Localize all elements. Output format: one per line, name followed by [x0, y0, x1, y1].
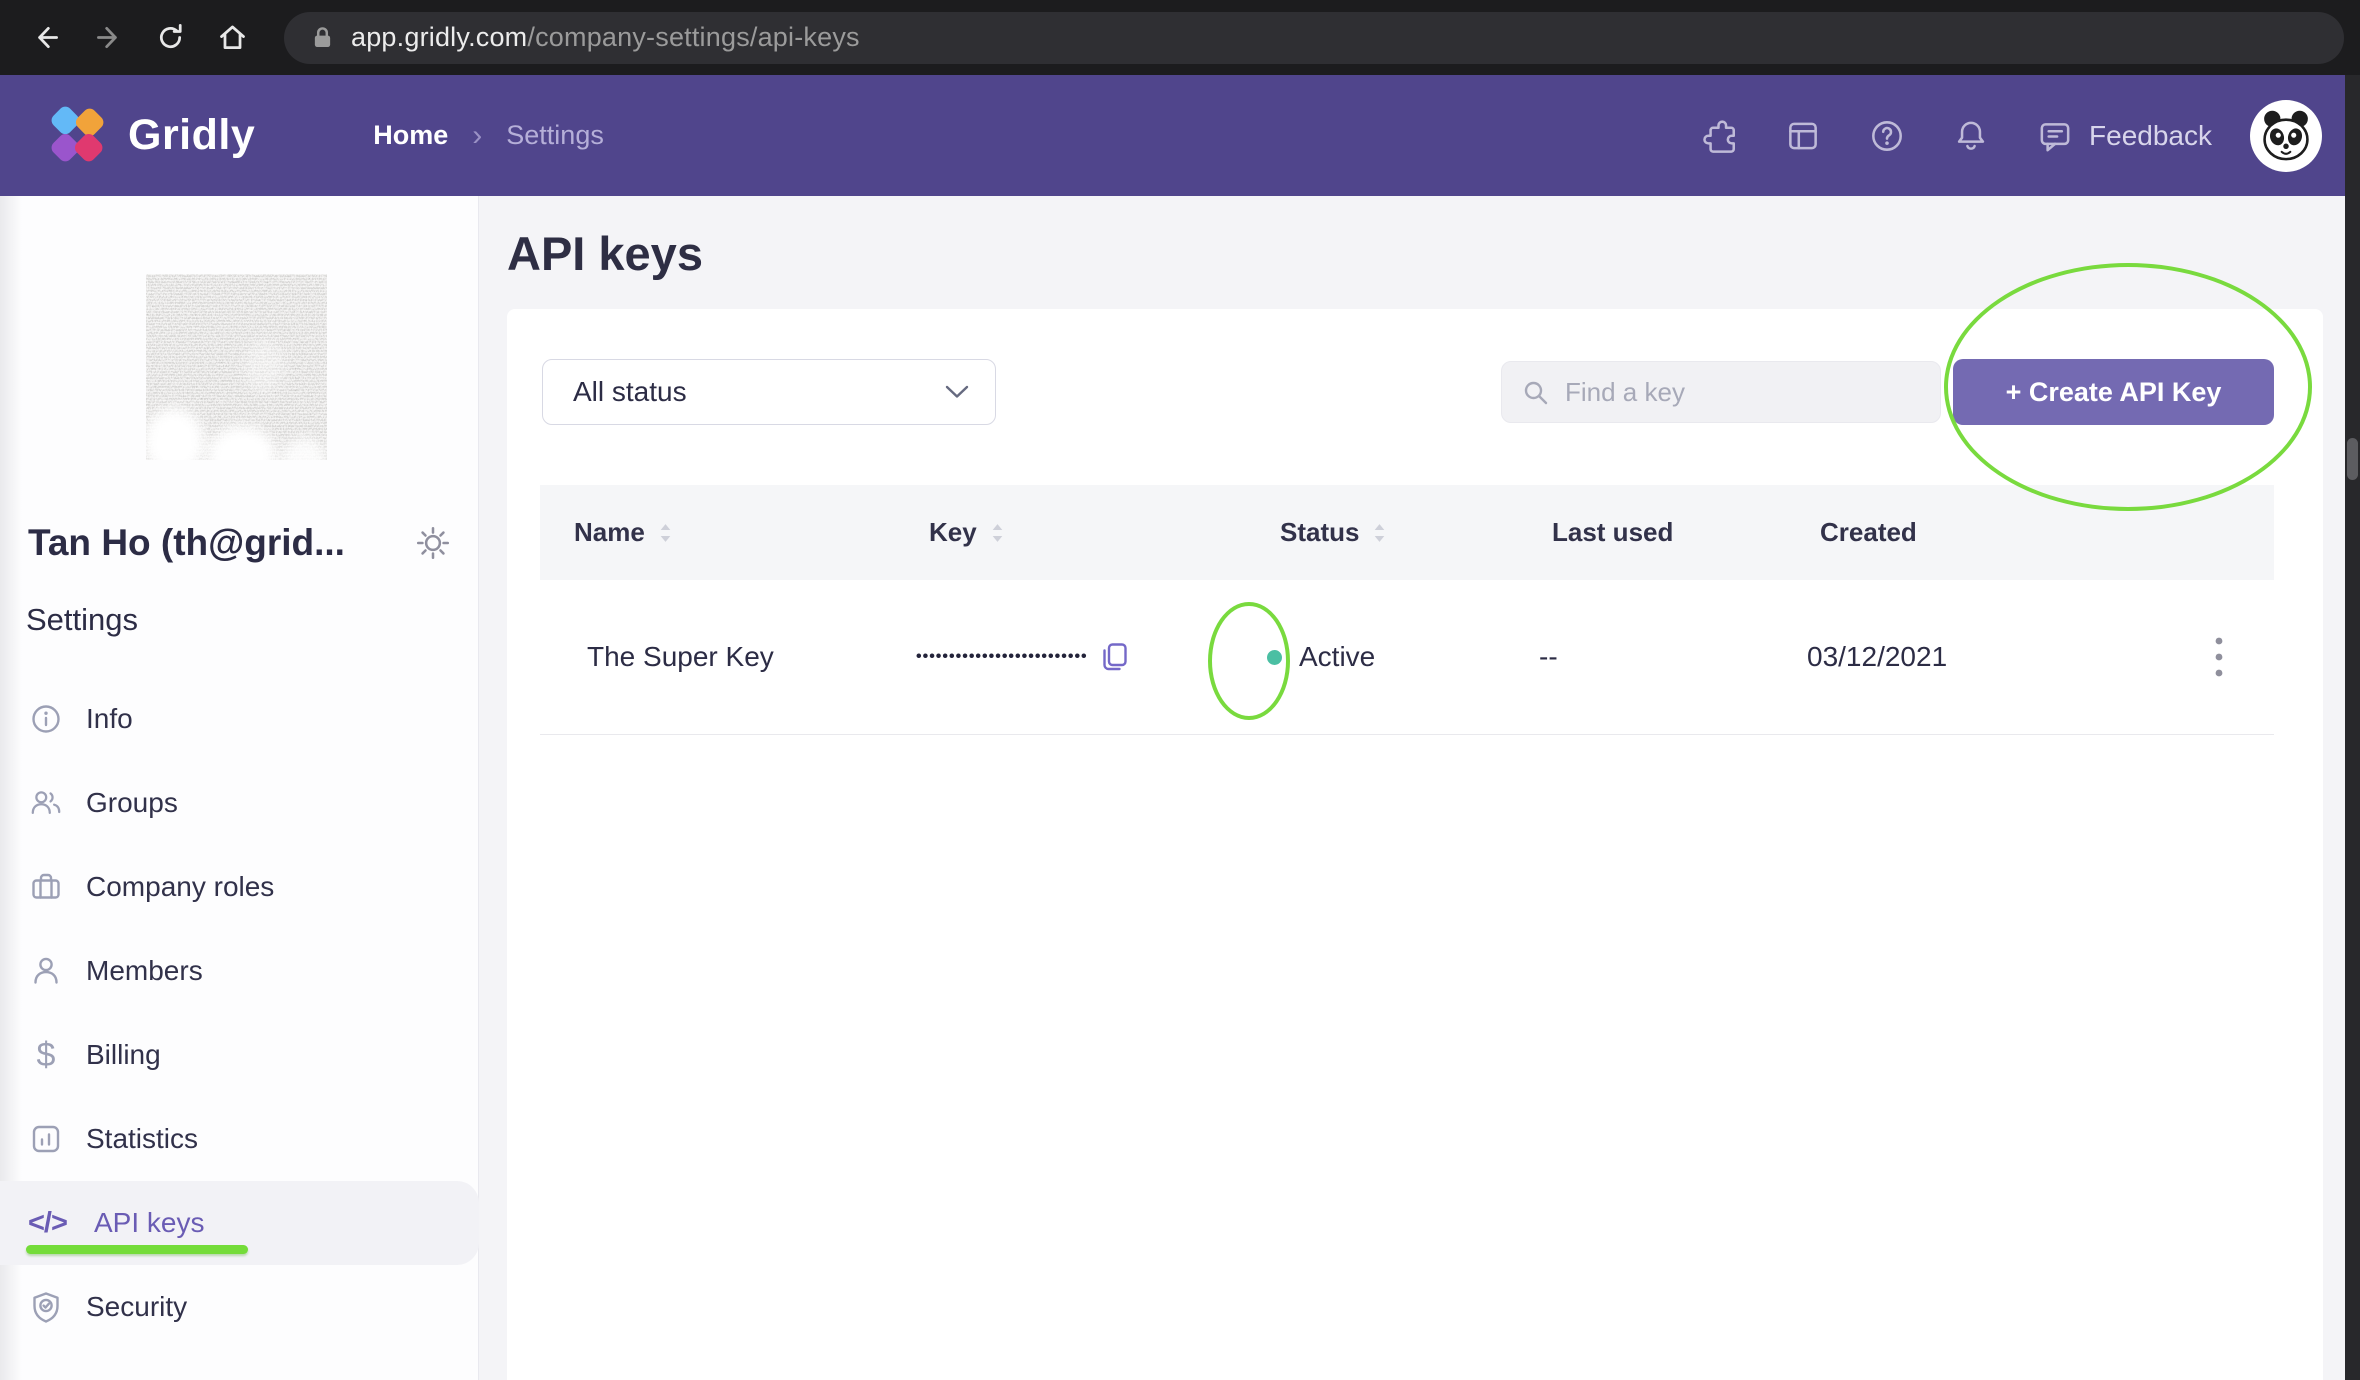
sidebar-item-label: Members [86, 955, 203, 987]
chevron-down-icon [945, 385, 969, 399]
key-name-cell: The Super Key [574, 641, 916, 673]
gridly-logo[interactable]: Gridly [38, 97, 255, 175]
status-cell: Active [1267, 641, 1539, 673]
reload-icon[interactable] [148, 16, 192, 60]
sidebar-item-api-keys[interactable]: </> API keys [0, 1181, 479, 1265]
sort-icon[interactable] [659, 522, 672, 544]
logo-text: Gridly [128, 111, 255, 160]
page-scrollbar[interactable] [2345, 75, 2360, 1380]
puzzle-icon[interactable] [1699, 116, 1739, 156]
feedback-label[interactable]: Feedback [2089, 120, 2212, 152]
table-header: Name Key Status Last used Created [540, 485, 2274, 580]
column-label: Status [1280, 517, 1359, 548]
sidebar-item-label: API keys [94, 1207, 204, 1239]
forward-icon[interactable] [86, 16, 130, 60]
column-header-status[interactable]: Status [1280, 517, 1552, 548]
url-bar[interactable]: app.gridly.com/company-settings/api-keys [284, 12, 2344, 64]
sidebar-item-statistics[interactable]: Statistics [0, 1097, 479, 1181]
shield-icon [28, 1289, 64, 1325]
column-header-created: Created [1820, 517, 1917, 548]
sidebar-item-info[interactable]: Info [0, 677, 479, 761]
statistics-icon [28, 1121, 64, 1157]
home-icon[interactable] [210, 16, 254, 60]
info-icon [28, 701, 64, 737]
briefcase-icon [28, 869, 64, 905]
status-active-dot [1267, 650, 1282, 665]
url-domain: app.gridly.com [351, 22, 527, 52]
gridly-logo-icon [38, 97, 116, 175]
app-root: app.gridly.com/company-settings/api-keys… [0, 0, 2360, 1380]
main-content: API keys All status + Create API Key Nam… [480, 196, 2360, 1380]
sidebar-item-billing[interactable]: $ Billing [0, 1013, 479, 1097]
column-label: Name [574, 517, 645, 548]
sidebar-item-label: Info [86, 703, 133, 735]
sidebar-item-members[interactable]: Members [0, 929, 479, 1013]
key-value-cell: •••••••••••••••••••••••••• [916, 640, 1267, 674]
create-api-key-button[interactable]: + Create API Key [1953, 359, 2274, 425]
annotation-underline [26, 1245, 248, 1254]
sidebar-item-company-roles[interactable]: Company roles [0, 845, 479, 929]
bell-icon[interactable] [1951, 116, 1991, 156]
sidebar-item-security[interactable]: Security [0, 1265, 479, 1349]
status-filter-value: All status [573, 376, 945, 408]
column-label: Key [929, 517, 977, 548]
header-actions: Feedback [1655, 100, 2322, 172]
gear-icon[interactable] [414, 524, 452, 562]
column-header-last-used: Last used [1552, 517, 1820, 548]
back-icon[interactable] [24, 16, 68, 60]
sidebar-item-label: Security [86, 1291, 187, 1323]
url-text: app.gridly.com/company-settings/api-keys [351, 22, 860, 53]
page-title: API keys [507, 226, 703, 281]
dollar-icon: $ [28, 1037, 64, 1073]
status-badge: Active [1299, 641, 1375, 673]
breadcrumb: Home › Settings [373, 119, 604, 153]
sidebar-item-label: Statistics [86, 1123, 198, 1155]
sidebar-item-label: Groups [86, 787, 178, 819]
breadcrumb-settings[interactable]: Settings [506, 120, 604, 151]
layout-icon[interactable] [1783, 116, 1823, 156]
code-icon: </> [28, 1207, 72, 1240]
sort-icon[interactable] [991, 522, 1004, 544]
api-key-row[interactable]: The Super Key ••••••••••••••••••••••••••… [540, 580, 2274, 735]
masked-key: •••••••••••••••••••••••••• [916, 648, 1088, 666]
sidebar-item-groups[interactable]: Groups [0, 761, 479, 845]
sidebar-section-title: Settings [26, 602, 138, 638]
sort-icon[interactable] [1373, 522, 1386, 544]
help-icon[interactable] [1867, 116, 1907, 156]
created-cell: 03/12/2021 [1807, 641, 1947, 673]
search-input[interactable] [1565, 377, 1920, 408]
search-icon [1522, 379, 1549, 406]
feedback-icon[interactable] [2035, 116, 2075, 156]
column-header-name[interactable]: Name [574, 517, 929, 548]
scrollbar-thumb[interactable] [2347, 438, 2358, 480]
sidebar-nav: Info Groups Company roles Members [0, 677, 479, 1349]
panda-avatar [2256, 106, 2316, 166]
search-box[interactable] [1501, 361, 1941, 423]
column-label: Created [1820, 517, 1917, 548]
breadcrumb-home[interactable]: Home [373, 120, 448, 151]
app-header: Gridly Home › Settings Feedback [0, 75, 2360, 196]
url-path: /company-settings/api-keys [527, 22, 859, 52]
sidebar-item-label: Billing [86, 1039, 161, 1071]
sidebar-item-label: Company roles [86, 871, 274, 903]
user-avatar-image [146, 274, 327, 460]
column-label: Last used [1552, 517, 1673, 548]
member-icon [28, 953, 64, 989]
controls-row: All status + Create API Key [542, 359, 2274, 425]
row-more-options-icon[interactable] [2214, 635, 2224, 679]
sidebar: Tan Ho (th@grid... Settings Info [0, 196, 479, 1380]
browser-bar: app.gridly.com/company-settings/api-keys [0, 0, 2360, 75]
last-used-cell: -- [1539, 641, 1807, 673]
chevron-right-icon: › [472, 119, 482, 153]
copy-key-icon[interactable] [1098, 640, 1130, 674]
user-row: Tan Ho (th@grid... [28, 522, 452, 564]
user-menu-avatar[interactable] [2250, 100, 2322, 172]
api-keys-card: All status + Create API Key Name Key [507, 309, 2323, 1380]
groups-icon [28, 785, 64, 821]
column-header-key[interactable]: Key [929, 517, 1280, 548]
status-filter-select[interactable]: All status [542, 359, 996, 425]
lock-icon [312, 25, 333, 50]
user-name: Tan Ho (th@grid... [28, 522, 408, 564]
